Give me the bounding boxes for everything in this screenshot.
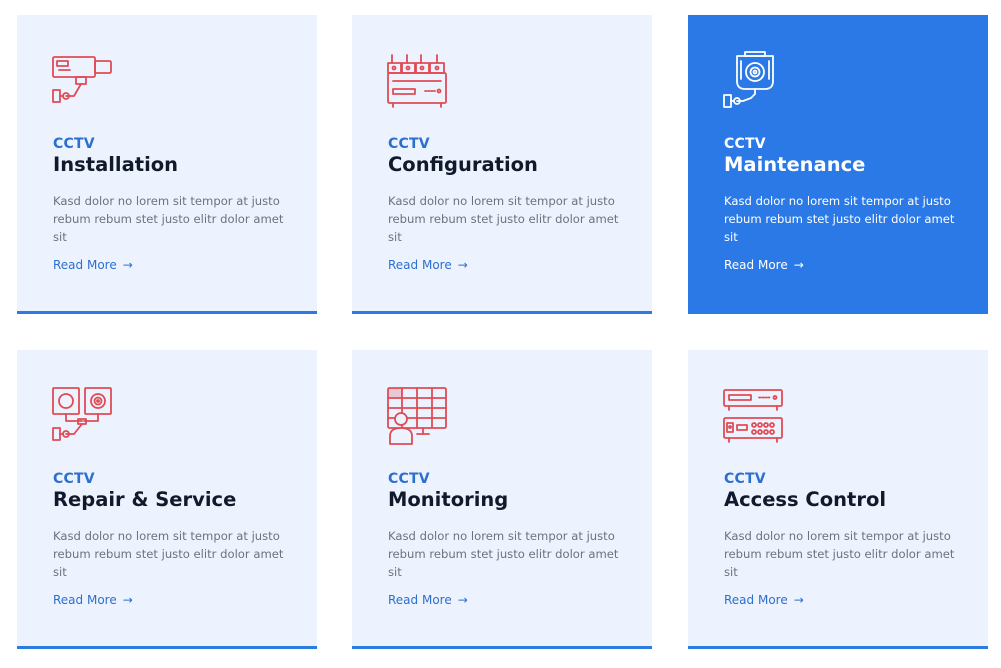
service-card-maintenance[interactable]: CCTV Maintenance Kasd dolor no lorem sit… xyxy=(688,15,988,314)
card-eyebrow: CCTV xyxy=(388,136,430,152)
service-card-repair-service[interactable]: CCTV Repair & Service Kasd dolor no lore… xyxy=(17,350,317,649)
dome-camera-icon xyxy=(723,51,787,115)
cctv-camera-icon xyxy=(52,51,116,115)
read-more-label: Read More xyxy=(724,258,788,272)
service-card-installation[interactable]: CCTV Installation Kasd dolor no lorem si… xyxy=(17,15,317,314)
read-more-label: Read More xyxy=(388,258,452,272)
arrow-right-icon: → xyxy=(122,593,133,607)
card-eyebrow: CCTV xyxy=(53,471,95,487)
services-grid: CCTV Installation Kasd dolor no lorem si… xyxy=(0,0,1001,668)
camera-pair-icon xyxy=(52,386,116,450)
read-more-link[interactable]: Read More → xyxy=(53,258,133,272)
card-title: Maintenance xyxy=(724,153,866,176)
access-control-unit-icon xyxy=(723,386,787,450)
card-title: Repair & Service xyxy=(53,488,237,511)
arrow-right-icon: → xyxy=(122,258,133,272)
dvr-recorder-icon xyxy=(387,51,451,115)
card-title: Installation xyxy=(53,153,179,176)
arrow-right-icon: → xyxy=(457,593,468,607)
read-more-label: Read More xyxy=(724,593,788,607)
card-description: Kasd dolor no lorem sit tempor at justo … xyxy=(53,529,284,579)
card-title: Monitoring xyxy=(388,488,509,511)
card-eyebrow: CCTV xyxy=(388,471,430,487)
read-more-label: Read More xyxy=(388,593,452,607)
read-more-link[interactable]: Read More → xyxy=(724,258,804,272)
card-description: Kasd dolor no lorem sit tempor at justo … xyxy=(724,529,955,579)
card-description: Kasd dolor no lorem sit tempor at justo … xyxy=(53,194,284,244)
read-more-label: Read More xyxy=(53,258,117,272)
arrow-right-icon: → xyxy=(457,258,468,272)
read-more-link[interactable]: Read More → xyxy=(724,593,804,607)
service-card-monitoring[interactable]: CCTV Monitoring Kasd dolor no lorem sit … xyxy=(352,350,652,649)
card-title: Access Control xyxy=(724,488,887,511)
card-eyebrow: CCTV xyxy=(53,136,95,152)
monitoring-screen-icon xyxy=(387,386,451,450)
service-card-access-control[interactable]: CCTV Access Control Kasd dolor no lorem … xyxy=(688,350,988,649)
card-description: Kasd dolor no lorem sit tempor at justo … xyxy=(388,529,619,579)
card-eyebrow: CCTV xyxy=(724,136,766,152)
card-eyebrow: CCTV xyxy=(724,471,766,487)
arrow-right-icon: → xyxy=(793,593,804,607)
card-description: Kasd dolor no lorem sit tempor at justo … xyxy=(388,194,619,244)
service-card-configuration[interactable]: CCTV Configuration Kasd dolor no lorem s… xyxy=(352,15,652,314)
arrow-right-icon: → xyxy=(793,258,804,272)
read-more-label: Read More xyxy=(53,593,117,607)
read-more-link[interactable]: Read More → xyxy=(53,593,133,607)
card-description: Kasd dolor no lorem sit tempor at justo … xyxy=(724,194,955,244)
read-more-link[interactable]: Read More → xyxy=(388,593,468,607)
read-more-link[interactable]: Read More → xyxy=(388,258,468,272)
card-title: Configuration xyxy=(388,153,538,176)
